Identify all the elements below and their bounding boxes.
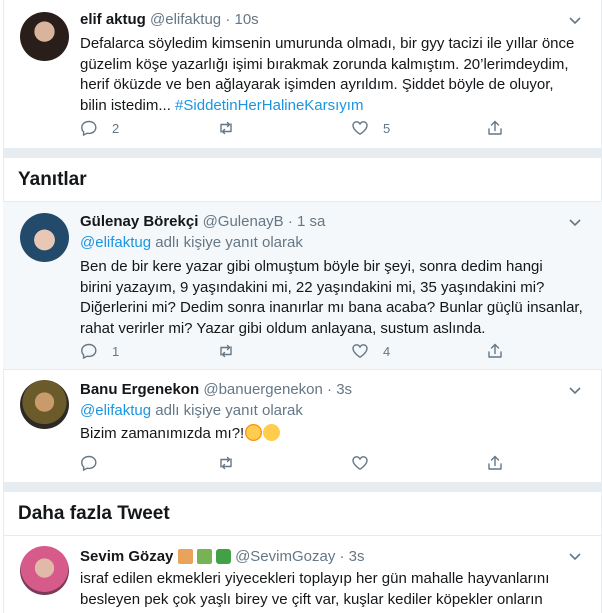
replying-to: @elifaktug adlı kişiye yanıt olarak bbox=[80, 234, 303, 251]
tweet-header: Banu Ergenekon @banuergenekon · 3s bbox=[80, 379, 352, 401]
chevron-down-icon[interactable] bbox=[568, 383, 582, 397]
tweet-time[interactable]: · 3s bbox=[340, 548, 365, 565]
suggested-tweet[interactable]: Sevim Gözay @SevimGozay · 3s israf edile… bbox=[3, 536, 602, 613]
retweet-icon bbox=[220, 456, 232, 470]
section-divider bbox=[3, 482, 602, 492]
reply-icon bbox=[81, 120, 97, 137]
avatar[interactable] bbox=[20, 12, 69, 61]
avatar[interactable] bbox=[20, 213, 69, 262]
author-name[interactable]: Gülenay Börekçi bbox=[80, 213, 198, 230]
reply-count: 1 bbox=[112, 343, 120, 359]
author-handle[interactable]: @GulenayB bbox=[203, 213, 284, 230]
tweet-time[interactable]: · 1 sa bbox=[288, 213, 326, 230]
tweet-text: Ben de bir kere yazar gibi olmuştum böyl… bbox=[80, 258, 583, 337]
tweet-actions bbox=[80, 453, 510, 473]
main-tweet[interactable]: elif aktug @elifaktug · 10s Defalarca sö… bbox=[3, 0, 602, 148]
green-heart-emoji bbox=[215, 549, 231, 564]
author-name[interactable]: elif aktug bbox=[80, 11, 146, 28]
relieved-face-emoji bbox=[263, 424, 281, 441]
retweet-button[interactable] bbox=[217, 453, 235, 473]
tweet-actions: 2 5 bbox=[80, 118, 510, 138]
author-name[interactable]: Sevim Gözay bbox=[80, 548, 173, 565]
tweet-text: Bizim zamanımızda mı?! bbox=[80, 424, 588, 445]
herb-emoji bbox=[196, 549, 212, 564]
reply-button[interactable]: 2 bbox=[80, 118, 119, 138]
retweet-icon bbox=[220, 121, 232, 135]
like-button[interactable]: 4 bbox=[351, 341, 390, 361]
chevron-down-icon[interactable] bbox=[568, 215, 582, 229]
tweet-text: israf edilen ekmekleri yiyecekleri topla… bbox=[80, 570, 550, 613]
reply-button[interactable]: 1 bbox=[80, 341, 119, 361]
share-button[interactable] bbox=[486, 341, 504, 361]
like-button[interactable]: 5 bbox=[351, 118, 390, 138]
share-icon bbox=[488, 455, 502, 470]
tweet-text: Defalarca söyledim kimsenin umurunda olm… bbox=[80, 35, 575, 114]
author-handle[interactable]: @banuergenekon bbox=[203, 381, 323, 398]
avatar[interactable] bbox=[20, 380, 69, 429]
tweet-header: elif aktug @elifaktug · 10s bbox=[80, 9, 259, 31]
retweet-button[interactable] bbox=[217, 341, 235, 361]
retweet-icon bbox=[220, 344, 232, 358]
like-icon bbox=[352, 456, 368, 471]
reply-icon bbox=[81, 343, 97, 360]
replying-to: @elifaktug adlı kişiye yanıt olarak bbox=[80, 402, 303, 419]
like-count: 5 bbox=[383, 120, 391, 136]
like-icon bbox=[352, 121, 368, 136]
like-button[interactable] bbox=[351, 453, 369, 473]
tweet-header: Gülenay Börekçi @GulenayB · 1 sa bbox=[80, 211, 325, 233]
author-handle[interactable]: @elifaktug bbox=[150, 11, 221, 28]
tweet-actions: 1 4 bbox=[80, 341, 510, 361]
share-button[interactable] bbox=[486, 453, 504, 473]
flushed-face-emoji bbox=[245, 424, 263, 441]
reply-tweet[interactable]: Banu Ergenekon @banuergenekon · 3s @elif… bbox=[3, 370, 602, 482]
avatar[interactable] bbox=[20, 546, 69, 595]
author-name[interactable]: Banu Ergenekon bbox=[80, 381, 199, 398]
retweet-button[interactable] bbox=[217, 118, 235, 138]
share-icon bbox=[488, 120, 502, 135]
author-handle[interactable]: @SevimGozay bbox=[235, 548, 335, 565]
reply-count: 2 bbox=[112, 120, 120, 136]
chevron-down-icon[interactable] bbox=[568, 549, 582, 563]
reply-to-handle[interactable]: @elifaktug bbox=[80, 402, 151, 419]
section-divider bbox=[3, 148, 602, 158]
replies-title: Yanıtlar bbox=[18, 169, 87, 190]
reply-to-handle[interactable]: @elifaktug bbox=[80, 234, 151, 251]
tweet-header: Sevim Gözay @SevimGozay · 3s bbox=[80, 546, 365, 568]
share-icon bbox=[488, 343, 502, 358]
hashtag-link[interactable]: #SiddetinHerHalineKarsıyım bbox=[175, 97, 363, 114]
reply-icon bbox=[81, 455, 97, 472]
reply-tweet[interactable]: Gülenay Börekçi @GulenayB · 1 sa @elifak… bbox=[3, 202, 602, 369]
chevron-down-icon[interactable] bbox=[568, 13, 582, 27]
house-emoji bbox=[177, 549, 193, 564]
more-tweets-title: Daha fazla Tweet bbox=[18, 503, 170, 524]
tweet-time[interactable]: · 3s bbox=[327, 381, 352, 398]
like-icon bbox=[352, 344, 368, 359]
tweet-time[interactable]: · 10s bbox=[225, 11, 258, 28]
like-count: 4 bbox=[383, 343, 391, 359]
reply-button[interactable] bbox=[80, 453, 98, 473]
share-button[interactable] bbox=[486, 118, 504, 138]
